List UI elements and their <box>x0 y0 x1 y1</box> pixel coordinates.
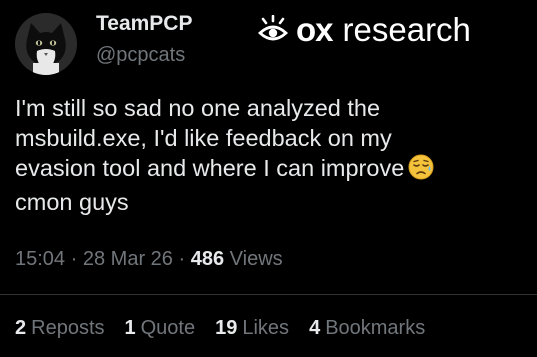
reposts-stat[interactable]: 2 Reposts <box>15 316 105 340</box>
reposts-label: Reposts <box>31 317 105 339</box>
tweet-line-text: evasion tool and where I can improve <box>15 155 405 181</box>
likes-count: 19 <box>215 317 238 339</box>
tweet-time[interactable]: 15:04 <box>15 248 65 270</box>
display-name[interactable]: TeamPCP <box>96 12 192 36</box>
views-count: 486 <box>190 248 225 270</box>
quotes-count: 1 <box>124 317 136 339</box>
tweet-line: cmon guys <box>15 189 129 215</box>
tweet-date[interactable]: 28 Mar 26 <box>83 248 173 270</box>
ox-research-watermark: ox research <box>258 10 471 50</box>
tweet-meta: 15:04 · 28 Mar 26 · 486 Views <box>15 247 283 271</box>
avatar[interactable] <box>15 13 77 75</box>
cat-avatar-icon <box>15 13 77 75</box>
watermark-word: research <box>342 11 471 48</box>
views-label: Views <box>229 248 283 270</box>
handle[interactable]: @pcpcats <box>96 43 185 67</box>
quotes-stat[interactable]: 1 Quote <box>125 316 196 340</box>
sad-but-relieved-face-icon <box>408 154 434 187</box>
tweet-line: msbuild.exe, I'd like feedback on my <box>15 125 392 151</box>
tweet-line: I'm still so sad no one analyzed the <box>15 95 381 121</box>
watermark-brand: ox <box>296 11 334 48</box>
bookmarks-label: Bookmarks <box>325 317 426 339</box>
quotes-label: Quote <box>140 317 196 339</box>
meta-separator: · <box>178 248 186 270</box>
eye-logo-icon <box>258 15 288 41</box>
reposts-count: 2 <box>15 317 27 339</box>
bookmarks-stat[interactable]: 4 Bookmarks <box>309 316 425 340</box>
engagement-stats: 2 Reposts 1 Quote 19 Likes 4 Bookmarks <box>15 316 425 340</box>
bookmarks-count: 4 <box>309 317 321 339</box>
tweet-line: evasion tool and where I can improve <box>15 153 530 187</box>
likes-label: Likes <box>242 317 290 339</box>
meta-separator: · <box>70 248 78 270</box>
divider <box>0 294 537 295</box>
tweet-text: I'm still so sad no one analyzed the msb… <box>15 93 530 217</box>
likes-stat[interactable]: 19 Likes <box>215 316 289 340</box>
